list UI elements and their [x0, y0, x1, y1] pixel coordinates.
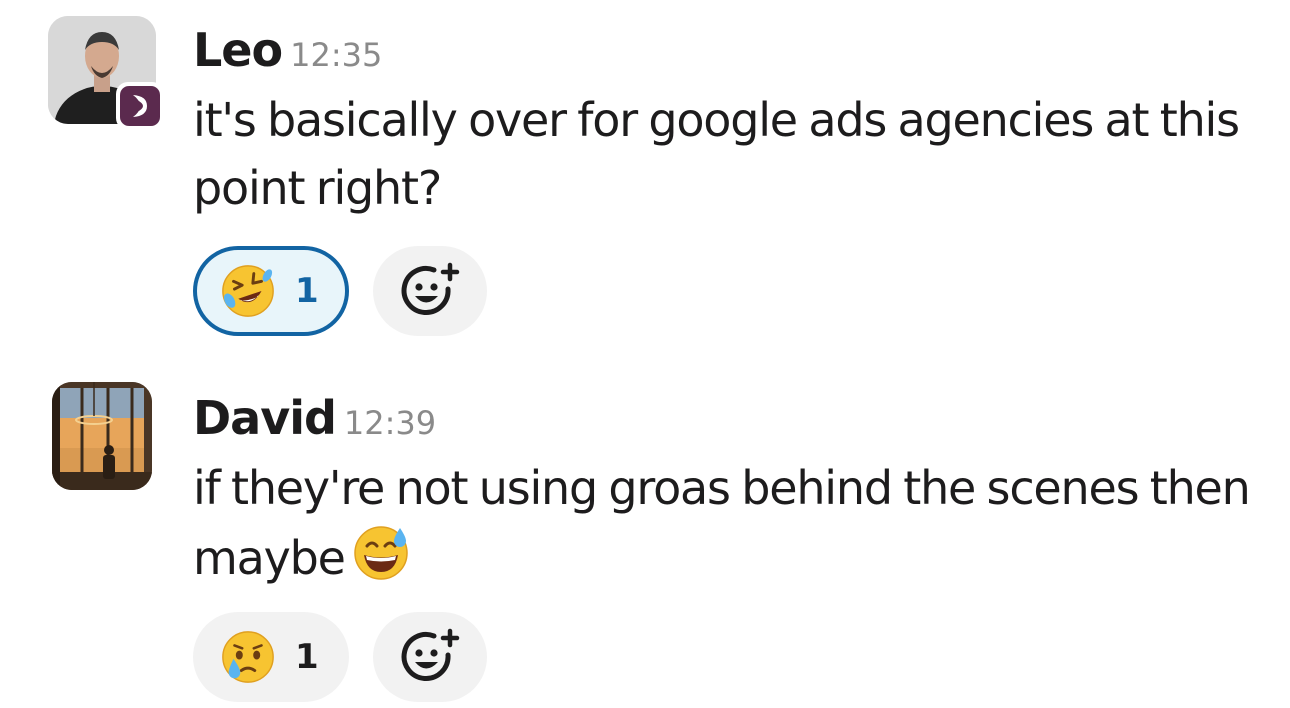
message-header: David 12:39 — [193, 382, 1253, 454]
reaction-button[interactable]: 1 — [193, 246, 349, 336]
message-body: Leo 12:35 it's basically over for google … — [193, 14, 1253, 336]
rolling-on-the-floor-laughing-icon — [222, 265, 274, 317]
sender-name[interactable]: Leo — [193, 23, 283, 77]
timestamp[interactable]: 12:35 — [290, 36, 382, 74]
add-reaction-button[interactable] — [373, 246, 487, 336]
message-text: if they're not using groas behind the sc… — [193, 454, 1253, 592]
message-david: David 12:39 if they're not using groas be… — [0, 382, 1290, 708]
message-header: Leo 12:35 — [193, 14, 1253, 86]
add-reaction-icon — [401, 262, 460, 315]
reaction-count: 1 — [295, 271, 319, 311]
timestamp[interactable]: 12:39 — [344, 404, 436, 442]
message-body: David 12:39 if they're not using groas be… — [193, 382, 1253, 702]
user-photo-icon — [52, 382, 152, 490]
app-badge-icon — [120, 86, 160, 126]
app-badge — [116, 82, 164, 130]
avatar[interactable] — [52, 382, 152, 490]
add-reaction-button[interactable] — [373, 612, 487, 702]
sender-name[interactable]: David — [193, 391, 337, 445]
reaction-button[interactable]: 1 — [193, 612, 349, 702]
add-reaction-icon — [401, 628, 460, 681]
message-text: it's basically over for google ads agenc… — [193, 93, 1240, 215]
reaction-count: 1 — [295, 637, 319, 677]
avatar-container[interactable] — [52, 382, 160, 490]
message-leo: Leo 12:35 it's basically over for google … — [0, 14, 1290, 344]
grinning-face-with-sweat-icon — [353, 526, 408, 580]
face-holding-back-tears-icon — [222, 631, 274, 683]
avatar-container[interactable] — [48, 16, 164, 130]
